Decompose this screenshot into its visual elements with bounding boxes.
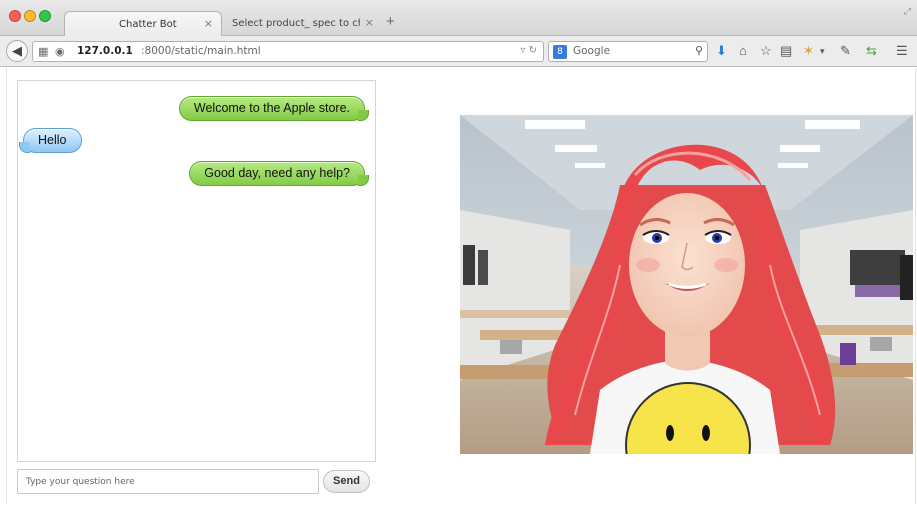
address-bar[interactable]: ▦ ◉ 127.0.0.1 :8000/static/main.html ▿ ↻ bbox=[32, 41, 544, 62]
avatar-illustration bbox=[460, 115, 913, 454]
message-text: Welcome to the Apple store. bbox=[193, 101, 350, 115]
search-engine-icon[interactable]: 8 bbox=[553, 45, 567, 59]
reading-list-icon[interactable]: ▤ bbox=[780, 44, 792, 58]
tab-close-icon[interactable]: × bbox=[204, 17, 213, 30]
grid-icon: ▦ bbox=[38, 45, 49, 58]
back-arrow-icon: ◀ bbox=[12, 43, 22, 58]
globe-icon: ◉ bbox=[55, 45, 65, 58]
back-button[interactable]: ◀ bbox=[6, 40, 28, 62]
window-minimize-button[interactable] bbox=[24, 10, 36, 22]
tab-label: Select product_ spec to chang... bbox=[232, 18, 360, 29]
download-icon[interactable]: ⬇ bbox=[716, 44, 727, 58]
send-button[interactable]: Send bbox=[323, 470, 370, 493]
fullscreen-icon[interactable]: ⤢ bbox=[904, 6, 911, 17]
tab-label: Chatter Bot bbox=[119, 19, 177, 30]
new-tab-button[interactable]: + bbox=[386, 13, 395, 30]
menu-icon[interactable]: ☰ bbox=[896, 44, 908, 58]
question-input[interactable] bbox=[17, 469, 319, 494]
search-bar[interactable]: 8 Google ⚲ bbox=[548, 41, 708, 62]
browser-navbar: ◀ ▦ ◉ 127.0.0.1 :8000/static/main.html ▿… bbox=[0, 36, 917, 67]
bookmark-star-icon[interactable]: ☆ bbox=[760, 44, 772, 58]
user-message: Hello bbox=[19, 128, 82, 153]
url-host: 127.0.0.1 bbox=[77, 45, 133, 57]
extension-icon[interactable]: ✶ bbox=[803, 44, 814, 58]
search-placeholder: Google bbox=[573, 45, 611, 57]
window-zoom-button[interactable] bbox=[39, 10, 51, 22]
tab-chatter-bot[interactable]: Chatter Bot × bbox=[64, 11, 222, 36]
search-icon[interactable]: ⚲ bbox=[695, 44, 703, 57]
url-path: :8000/static/main.html bbox=[141, 45, 261, 57]
home-icon[interactable]: ⌂ bbox=[739, 44, 747, 58]
avatar-scene bbox=[460, 115, 913, 454]
extension-dropdown-icon[interactable]: ▾ bbox=[820, 44, 825, 58]
sync-icon[interactable]: ⇆ bbox=[866, 44, 877, 58]
plugin-icon[interactable]: ✎ bbox=[840, 44, 851, 58]
message-text: Good day, need any help? bbox=[204, 166, 350, 180]
tab-close-icon[interactable]: × bbox=[365, 16, 374, 29]
window-close-button[interactable] bbox=[9, 10, 21, 22]
tab-select-product[interactable]: Select product_ spec to chang... × bbox=[224, 11, 382, 36]
bot-message: Good day, need any help? bbox=[189, 161, 369, 186]
bot-message: Welcome to the Apple store. bbox=[178, 96, 370, 121]
browser-titlebar: Chatter Bot × Select product_ spec to ch… bbox=[0, 0, 917, 36]
message-text: Hello bbox=[38, 133, 67, 147]
reload-icon[interactable]: ▿ ↻ bbox=[520, 45, 537, 56]
